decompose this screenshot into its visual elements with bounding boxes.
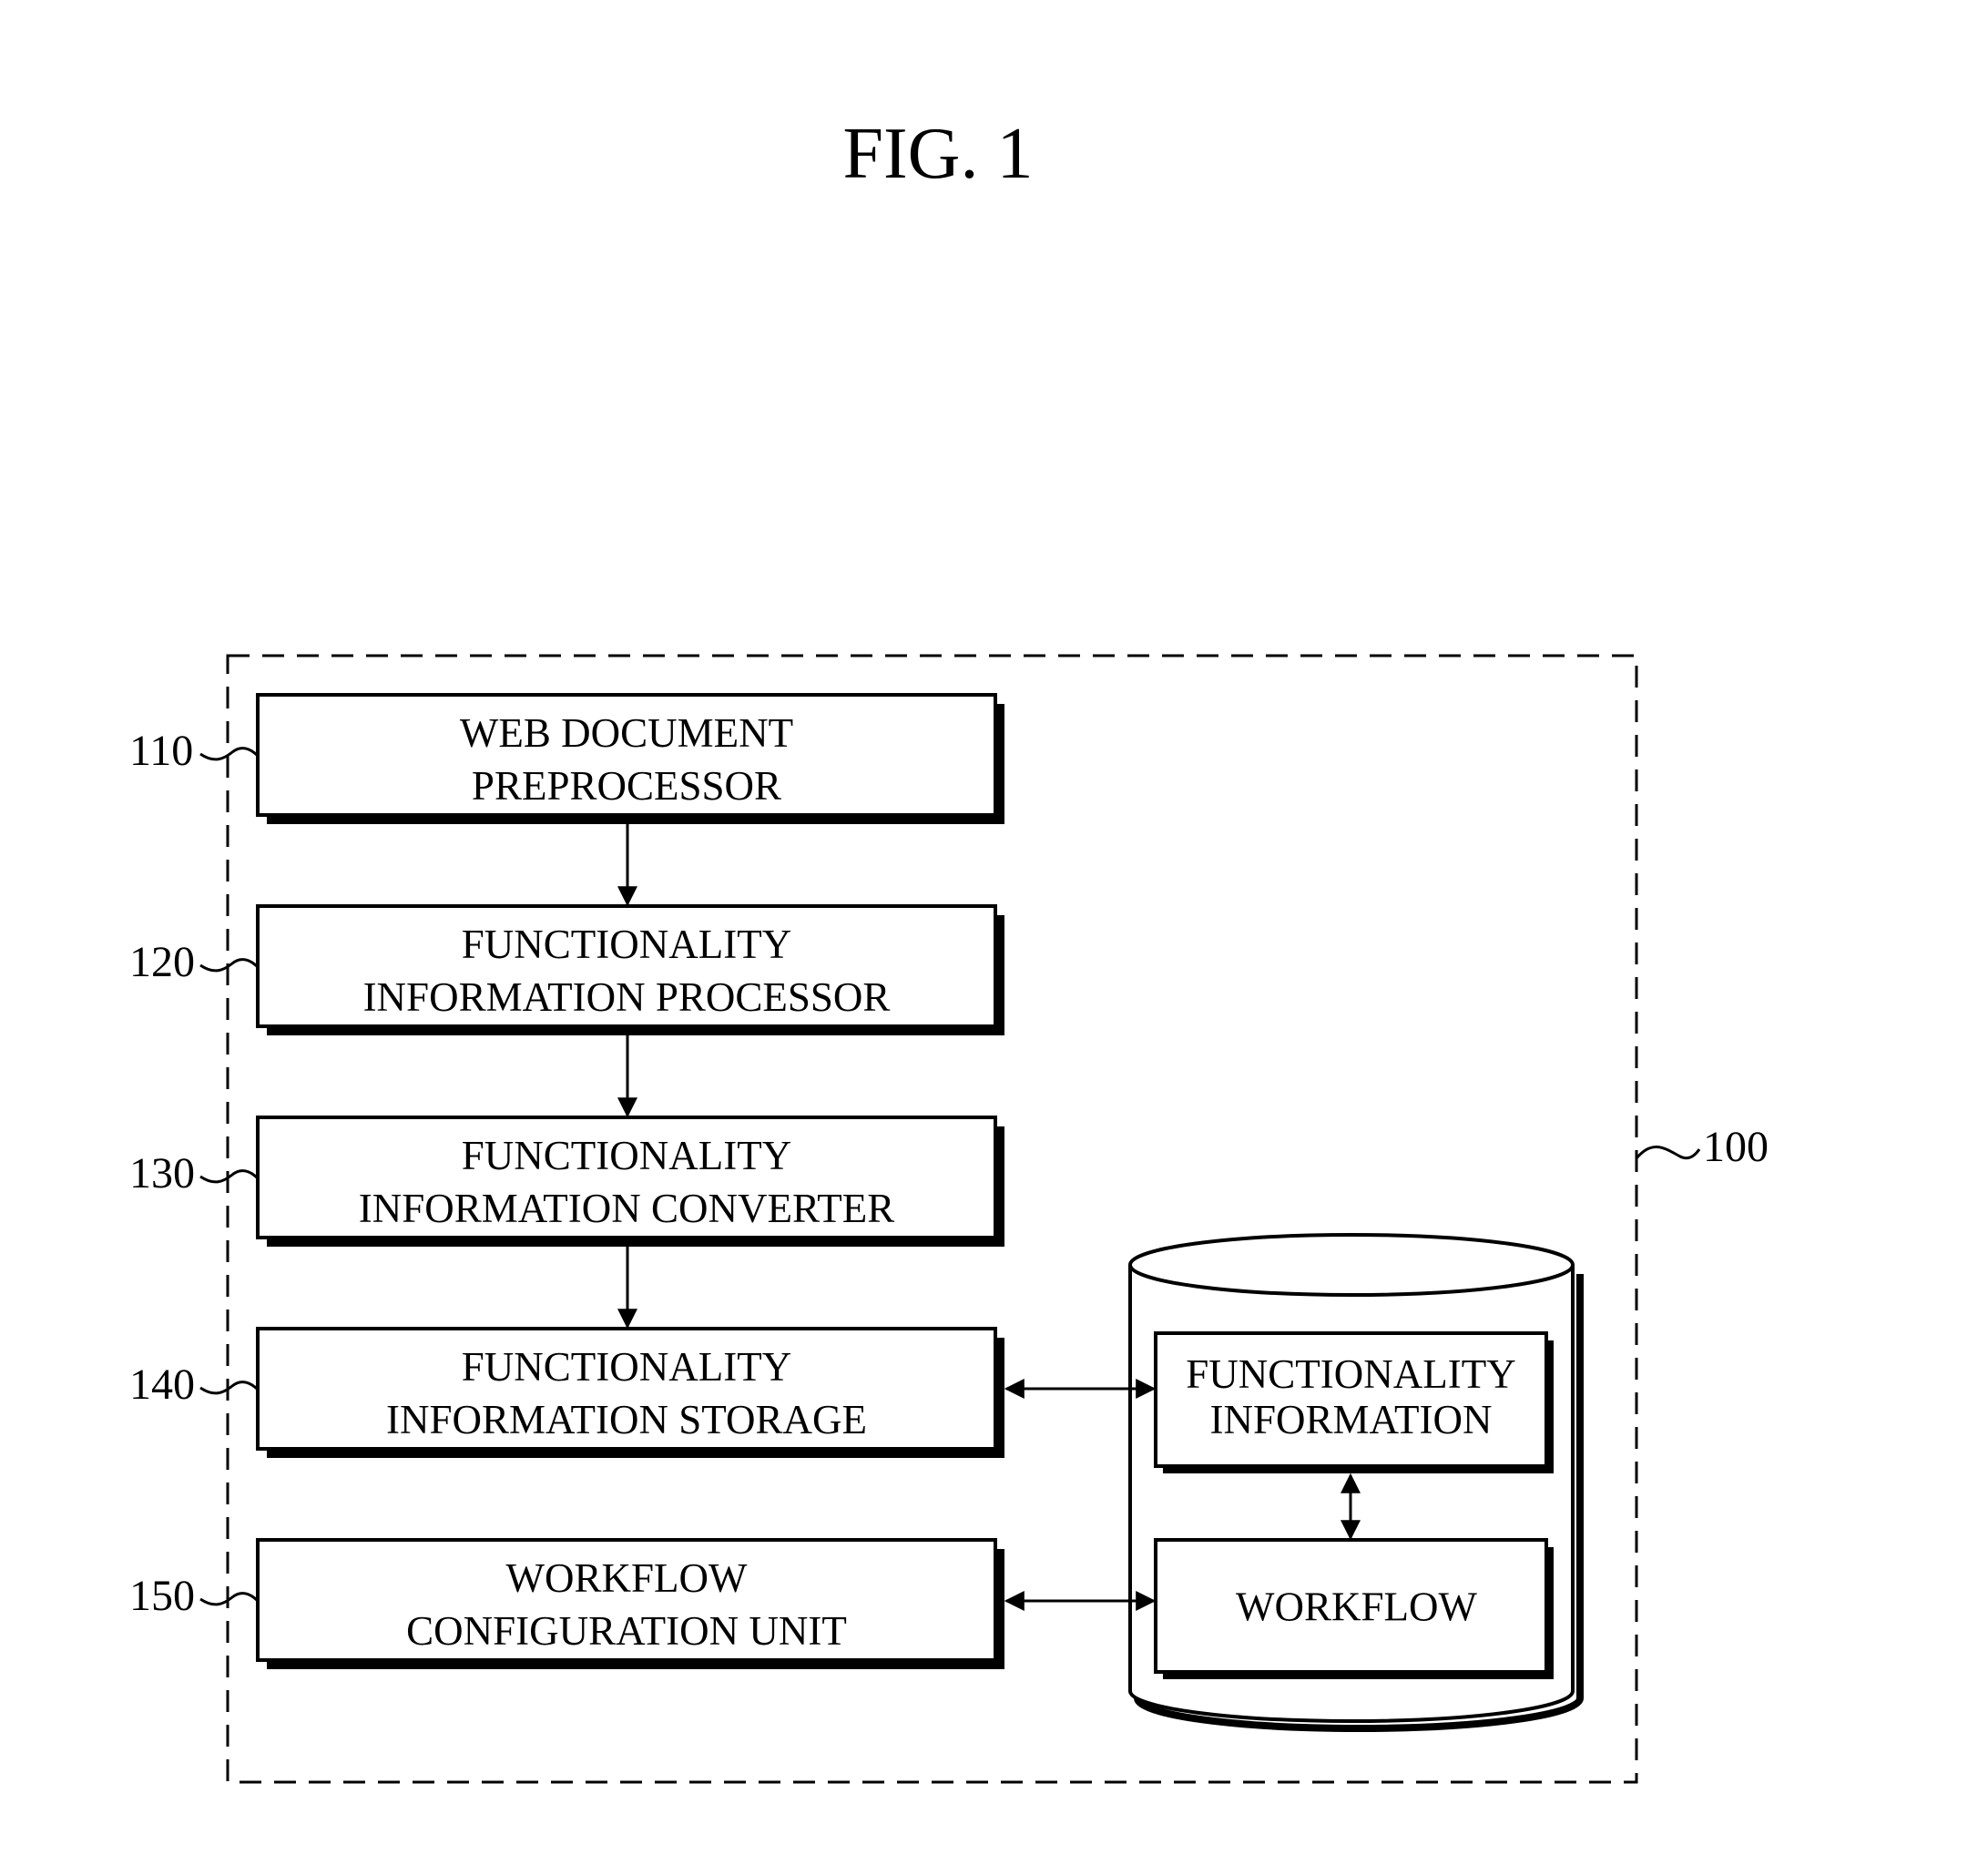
ref-label-100: 100 [1703,1123,1769,1171]
item-label-line: WORKFLOW [1236,1585,1477,1630]
block-label-line: FUNCTIONALITY [462,922,791,967]
block-label-line: FUNCTIONALITY [462,1344,791,1390]
ref-label-110: 110 [129,727,193,775]
item-label-line: FUNCTIONALITY [1186,1351,1515,1397]
block-label-line: INFORMATION STORAGE [386,1397,867,1442]
patent-block-diagram: FIG. 1 100 WEB DOCUMENT PREPROCESSOR 110 FU… [129,114,1769,1784]
block-label-line: CONFIGURATION UNIT [406,1608,847,1654]
block-label-line: FUNCTIONALITY [462,1133,791,1178]
block-label-line: INFORMATION CONVERTER [359,1186,895,1231]
block-120: FUNCTIONALITY INFORMATION PROCESSOR 120 [129,904,1004,1035]
ref-label-120: 120 [129,938,195,986]
item-label-line: INFORMATION [1209,1397,1492,1442]
block-label-line: INFORMATION PROCESSOR [363,974,891,1020]
block-label-line: WEB DOCUMENT [460,710,793,756]
block-130: FUNCTIONALITY INFORMATION CONVERTER 130 [129,1116,1004,1247]
block-150: WORKFLOW CONFIGURATION UNIT 150 [129,1538,1004,1669]
figure-title: FIG. 1 [843,114,1034,194]
blocks-layer: WEB DOCUMENT PREPROCESSOR 110 FUNCTIONALITY… [129,693,1004,1669]
cylinder-top [1128,1233,1575,1297]
workflow-item: WORKFLOW [1154,1538,1554,1679]
functionality-information-item: FUNCTIONALITYINFORMATION [1154,1331,1554,1473]
leader-squiggle-100 [1635,1145,1701,1160]
database-cylinder: FUNCTIONALITYINFORMATION WORKFLOW [1128,1233,1584,1732]
ref-label-140: 140 [129,1360,195,1409]
block-110: WEB DOCUMENT PREPROCESSOR 110 [129,693,1004,824]
ref-label-130: 130 [129,1149,195,1197]
block-140: FUNCTIONALITY INFORMATION STORAGE 140 [129,1327,1004,1458]
ref-label-150: 150 [129,1572,195,1620]
block-label-line: WORKFLOW [506,1555,748,1601]
block-label-line: PREPROCESSOR [472,763,781,809]
